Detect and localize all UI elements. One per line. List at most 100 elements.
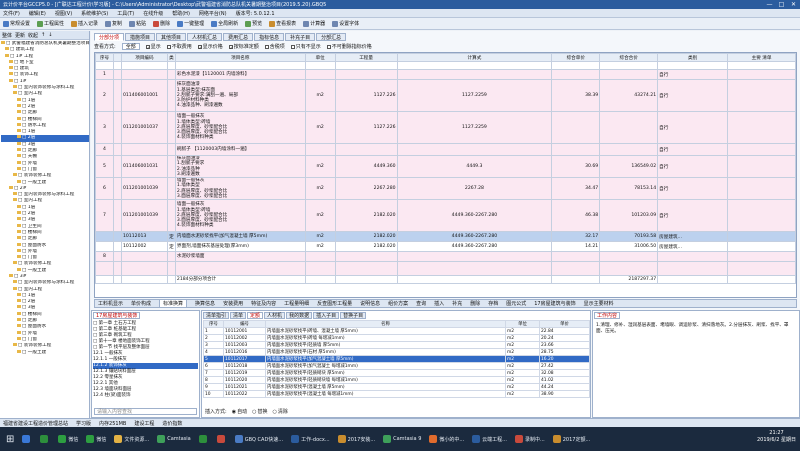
column-header-5[interactable]: 单位 [304,53,336,62]
detail-tab-2[interactable]: 标准换算 [159,299,188,308]
tree-tool-3[interactable]: ↑ [41,32,45,38]
tab-1[interactable]: 措施项目 [125,33,156,41]
filter-option-3[interactable]: ✓ 按标准定额 [228,43,259,50]
table-row[interactable]: 2 011406001001 抹灰面油漆 1.基层类型:抹灰面 2.刮腻子要求:满刮… [95,79,796,112]
taskbar-app-11[interactable]: Camtasia 9 [380,431,424,447]
menu-item-6[interactable]: 帮助(H) [172,10,190,17]
tab-4[interactable]: 费用汇总 [223,33,254,41]
detail-tab-8[interactable]: 说明信息 [360,300,380,307]
quota-subtab-6[interactable]: 替换子目 [340,312,367,319]
checkbox[interactable]: ✓ [197,44,202,49]
quota-column-4[interactable]: 单价 [539,320,590,328]
checkbox[interactable] [166,44,171,49]
tree-tool-0[interactable]: 整体 [2,32,12,39]
filter-option-0[interactable]: ✓ 显示 [145,43,161,50]
tab-7[interactable]: 分部汇总 [316,33,347,41]
toolbar-button-7[interactable]: 全局刷新 [211,20,238,27]
taskbar-app-3[interactable]: 微信 [83,431,109,447]
detail-tab-12[interactable]: 补充 [452,300,462,307]
quota-library-select[interactable]: 17房屋建筑与装饰 [93,312,141,319]
table-row[interactable]: 1 彩色水泥漆【1120001 内墙涂料】 自行 [95,69,796,80]
quota-row[interactable]: 3 10112003 内墙面水泥砂浆找平(轻质墙 厚5mm) m2 23.66 [203,341,590,349]
taskbar-app-6[interactable] [196,431,212,447]
quota-row[interactable]: 4 10112016 内墙面水泥砂浆找平(石材 厚5mm) m2 28.75 [203,348,590,356]
detail-tab-15[interactable]: 图元公式 [506,300,526,307]
quota-subtab-1[interactable]: 清单 [230,312,247,319]
toolbar-button-1[interactable]: 工程属性 [37,20,64,27]
tab-2[interactable]: 其他项目 [156,33,187,41]
taskbar-app-5[interactable]: Camtasia [154,431,194,447]
checkbox[interactable] [326,44,331,49]
taskbar-app-9[interactable]: 工作-docx... [288,431,333,447]
detail-tab-10[interactable]: 查询 [416,300,426,307]
taskbar-app-4[interactable]: 文件资源... [111,431,152,447]
table-row[interactable]: 2184分部分项合计 2187297.37 [95,275,796,284]
toolbar-button-8[interactable]: 预览 [245,20,262,27]
taskbar-app-8[interactable]: GBQ CAD快速... [232,431,286,447]
detail-tab-6[interactable]: 工程量明细 [284,300,309,307]
view-mode-select[interactable]: 全部 [121,43,140,50]
table-row[interactable]: 8 水泥砂浆墙面 [95,251,796,262]
quota-column-0[interactable]: 序号 [203,320,224,328]
quota-subtab-3[interactable]: 人材机 [264,312,286,319]
quota-row[interactable]: 9 10112021 内墙面水泥砂浆找平(混凝土墙 厚5mm) m2 44.24 [203,383,590,391]
detail-tab-16[interactable]: 17房屋建筑与装饰 [534,300,575,307]
taskbar-app-10[interactable]: 2017安装... [335,431,379,447]
menu-item-2[interactable]: 视图(V) [55,10,72,17]
quota-column-1[interactable]: 编号 [223,320,266,328]
menu-item-1[interactable]: 编辑(E) [29,10,46,17]
table-row[interactable] [95,261,796,276]
toolbar-button-5[interactable]: 删除 [153,20,170,27]
toolbar-button-4[interactable]: 粘贴 [129,20,146,27]
menu-item-5[interactable]: 在线升级 [143,10,163,17]
tree-tool-1[interactable]: 更新 [15,32,25,39]
detail-tab-9[interactable]: 组价方案 [388,300,408,307]
quota-row[interactable]: 1 10112001 内墙面水泥砂浆找平(砖墙、混凝土墙 厚5mm) m2 22.84 [203,327,590,335]
detail-tab-5[interactable]: 特征及内容 [251,300,276,307]
table-row[interactable]: 4 刷腻子 【1120003内墙涂料一遍】 自行 [95,143,796,156]
detail-tab-7[interactable]: 反查图形工程量 [317,300,352,307]
quota-chapter-node[interactable]: 12.4 柱(梁)面装饰 [93,393,198,399]
tree-tool-4[interactable]: ↓ [48,32,52,38]
table-row[interactable]: 5 011406001031 抹灰面油漆 1.刮腻子要求 2.油漆品种 3.刷漆遍数… [95,155,796,178]
quota-subtab-5[interactable]: 插入子目 [313,312,340,319]
insert-mode-0[interactable]: ◉ 自动 [232,408,247,416]
detail-tab-13[interactable]: 删除 [470,300,480,307]
taskbar-app-12[interactable]: 微小的中... [426,431,467,447]
column-header-0[interactable]: 序号 [95,53,114,62]
detail-tab-17[interactable]: 显示主要材料 [584,300,614,307]
checkbox[interactable] [264,44,269,49]
taskbar-app-7[interactable] [214,431,230,447]
toolbar-button-9[interactable]: 查看报表 [269,20,296,27]
taskbar-app-13[interactable]: 云端工程... [469,431,510,447]
quota-row[interactable]: 5 10112017 内墙面水泥砂浆找平(加气混凝土墙 厚5mm) m2 16.20 [203,355,590,363]
column-header-10[interactable]: 类别 [657,53,729,62]
insert-mode-2[interactable]: ○ 清除 [272,408,287,416]
quota-search-input[interactable]: 请输入内容查找 [94,408,197,415]
menu-item-4[interactable]: 工具(T) [117,10,134,17]
table-row[interactable]: 7 011201001039 墙面一般抹灰 1.墙体类型:砖墙 2.底层厚度、砂浆配… [95,199,796,232]
column-header-4[interactable]: 项目名称 [174,53,306,62]
detail-tab-11[interactable]: 插入 [434,300,444,307]
table-row[interactable]: 10112002 定界面剂,墙面抹灰基层处理(厚3mm) m2 2182.020 444… [95,241,796,252]
tab-6[interactable]: 补充子目 [285,33,316,41]
detail-tab-1[interactable]: 单价构成 [131,300,151,307]
menu-item-7[interactable]: 网络平台(N) [199,10,227,17]
column-header-9[interactable]: 综合合价 [599,53,659,62]
toolbar-button-10[interactable]: 计算器 [303,20,325,27]
filter-option-5[interactable]: 只有不显示 [290,43,321,50]
quota-column-3[interactable]: 单位 [505,320,540,328]
toolbar-button-11[interactable]: 设置字体 [332,20,359,27]
column-header-1[interactable] [112,53,122,62]
quota-subtab-4[interactable]: 我的数据 [286,312,313,319]
checkbox[interactable]: ✓ [228,44,233,49]
toolbar-button-6[interactable]: 一键整理 [177,20,204,27]
filter-option-6[interactable]: 不可删除指标价格 [326,43,372,50]
column-header-7[interactable]: 计算式 [396,53,553,62]
filter-option-1[interactable]: 不取费用 [166,43,192,50]
column-header-2[interactable]: 项目编码 [120,53,168,62]
taskbar-app-1[interactable] [37,431,53,447]
quota-row[interactable]: 8 10112020 内墙面水泥砂浆找平(轻质砌块墙 每增减1mm) m2 41.02 [203,376,590,384]
quota-row[interactable]: 7 10112019 内墙面水泥砂浆找平(轻质砌块 厚5mm) m2 32.08 [203,369,590,377]
quota-column-2[interactable]: 名称 [265,320,506,328]
